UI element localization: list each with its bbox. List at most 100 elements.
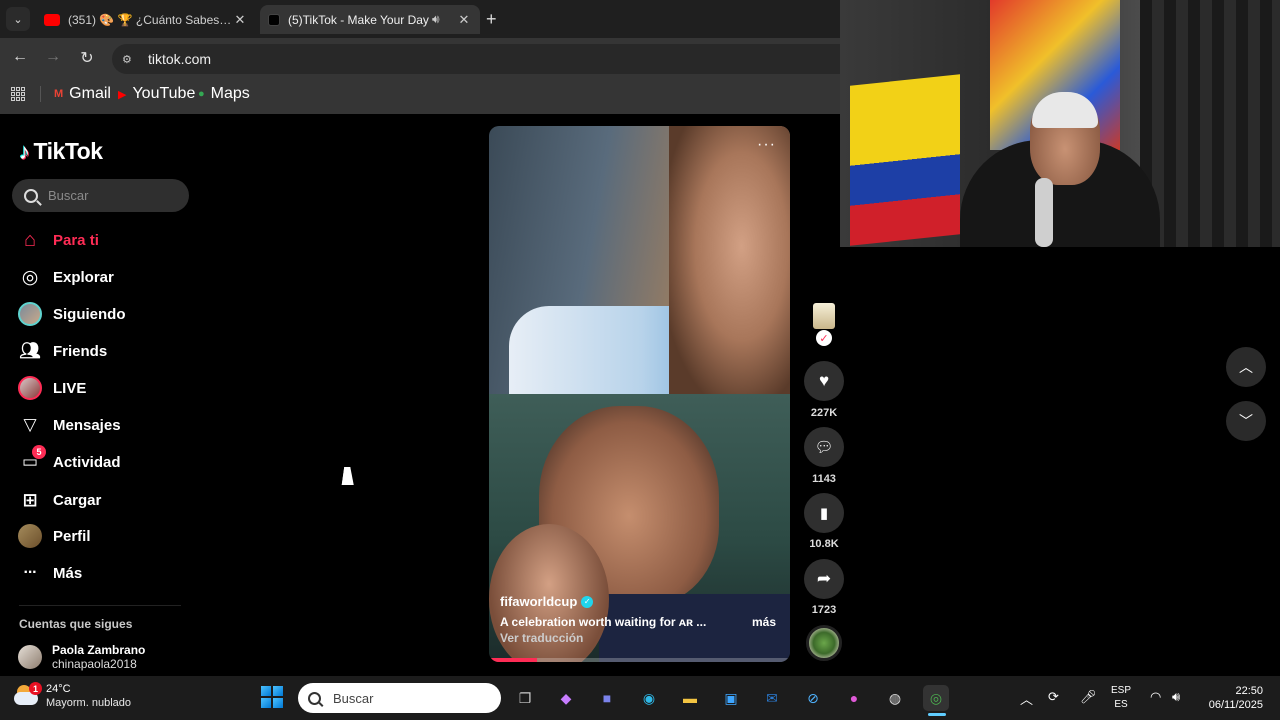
bookmark-label: Gmail bbox=[69, 85, 111, 102]
account-name: Paola Zambrano bbox=[52, 643, 146, 657]
upload-icon: ⊞ bbox=[22, 489, 38, 510]
bookmarks-divider bbox=[40, 86, 41, 102]
bookmark-label: Maps bbox=[210, 85, 250, 102]
video-more-link[interactable]: más bbox=[752, 615, 776, 629]
chrome-icon[interactable]: ◎ bbox=[923, 685, 949, 711]
close-tab-icon[interactable]: ✕ bbox=[232, 12, 248, 28]
video-frame-top bbox=[489, 126, 790, 394]
weather-badge: 1 bbox=[29, 682, 42, 695]
heart-icon: ♥ bbox=[818, 371, 830, 390]
taskbar-search-input[interactable]: Buscar bbox=[298, 683, 501, 713]
like-button[interactable]: ♥ bbox=[804, 361, 844, 401]
following-accounts-title: Cuentas que sigues bbox=[19, 617, 133, 631]
tab-title: (5)TikTok - Make Your Day bbox=[288, 12, 429, 27]
gmail-icon: M bbox=[54, 88, 64, 100]
bookmark-label: YouTube bbox=[132, 85, 196, 102]
nav-label: Actividad bbox=[53, 453, 121, 471]
bookmark-gmail[interactable]: M Gmail bbox=[54, 85, 111, 102]
nav-cargar[interactable]: ⊞ Cargar bbox=[18, 487, 101, 513]
wifi-icon[interactable]: ◠ bbox=[1150, 689, 1161, 705]
more-options-icon[interactable]: ··· bbox=[757, 136, 776, 154]
comment-button[interactable]: 💬︎ bbox=[804, 427, 844, 467]
safari-compass-icon[interactable]: ⊘ bbox=[800, 685, 826, 711]
verified-badge-icon: ✓ bbox=[581, 595, 594, 608]
following-account-item[interactable]: Paola Zambrano chinapaola2018 bbox=[18, 643, 145, 671]
save-button[interactable]: ▮ bbox=[804, 493, 844, 533]
creator-avatar[interactable] bbox=[813, 303, 835, 329]
more-icon: ··· bbox=[23, 564, 38, 581]
file-explorer-icon[interactable]: ▬ bbox=[677, 685, 703, 711]
outlook-icon[interactable]: ✉ bbox=[759, 685, 785, 711]
nav-label: Más bbox=[53, 564, 83, 582]
maps-icon: ● bbox=[198, 88, 205, 100]
task-view-icon[interactable]: ❐ bbox=[512, 685, 538, 711]
reload-icon[interactable]: ↻ bbox=[76, 48, 98, 68]
system-clock[interactable]: 22:50 06/11/2025 bbox=[1197, 684, 1263, 712]
address-bar[interactable]: ⚙ tiktok.com bbox=[112, 44, 840, 74]
youtube-favicon-icon bbox=[44, 13, 60, 26]
nav-label: Mensajes bbox=[53, 416, 121, 434]
speaker-icon[interactable]: 🔊︎ bbox=[432, 12, 448, 27]
next-video-button[interactable]: ﹀ bbox=[1226, 401, 1266, 441]
tiktok-logo[interactable]: ♪ TikTok bbox=[19, 138, 103, 165]
edge-icon[interactable]: ◉ bbox=[636, 685, 662, 711]
nav-mensajes[interactable]: ▽ Mensajes bbox=[18, 412, 121, 438]
weather-widget[interactable]: 1 24°C Mayorm. nublado bbox=[14, 682, 131, 710]
close-tab-icon[interactable]: ✕ bbox=[456, 12, 472, 28]
new-tab-button[interactable]: + bbox=[486, 9, 497, 30]
account-username: chinapaola2018 bbox=[52, 657, 137, 671]
nav-label: Siguiendo bbox=[53, 305, 126, 323]
clock-date: 06/11/2025 bbox=[1208, 699, 1263, 711]
chevron-up-icon[interactable]: ︿ bbox=[1020, 689, 1033, 708]
tab-tiktok[interactable]: (5)TikTok - Make Your Day 🔊︎ ✕ bbox=[260, 5, 480, 34]
volume-icon[interactable]: 🔊︎ bbox=[1172, 689, 1180, 705]
search-input[interactable]: Buscar bbox=[12, 179, 189, 212]
teams-icon[interactable]: ■ bbox=[594, 685, 620, 711]
nav-actividad[interactable]: ▭ 5 Actividad bbox=[18, 445, 121, 475]
notification-badge: 5 bbox=[32, 445, 46, 459]
copilot-icon[interactable]: ◆ bbox=[553, 685, 579, 711]
back-arrow-icon[interactable]: ← bbox=[9, 48, 31, 66]
video-player[interactable]: ··· fifaworldcup ✓ A celebration worth w… bbox=[489, 126, 790, 662]
bookmark-maps[interactable]: ● Maps bbox=[198, 85, 250, 102]
share-button[interactable]: ➦ bbox=[804, 559, 844, 599]
nav-perfil[interactable]: Perfil bbox=[18, 523, 91, 549]
tab-search-dropdown-icon[interactable]: ⌄ bbox=[6, 7, 30, 31]
site-settings-icon[interactable]: ⚙ bbox=[122, 53, 136, 66]
microsoft-store-icon[interactable]: ▣ bbox=[718, 685, 744, 711]
forward-arrow-icon[interactable]: → bbox=[42, 48, 64, 66]
video-progress-bar[interactable] bbox=[489, 658, 790, 662]
share-count: 1723 bbox=[811, 604, 837, 616]
nav-siguiendo[interactable]: Siguiendo bbox=[18, 301, 126, 327]
avatar bbox=[18, 645, 42, 669]
windows-start-icon[interactable] bbox=[261, 686, 283, 708]
microphone-icon[interactable]: 🎤︎ bbox=[1080, 689, 1097, 705]
nav-explorar[interactable]: ◎ Explorar bbox=[18, 264, 114, 290]
followed-check-icon[interactable]: ✓ bbox=[816, 330, 832, 346]
nav-friends[interactable]: 👥︎ Friends bbox=[18, 338, 107, 364]
sync-icon[interactable]: ⟳ bbox=[1048, 689, 1059, 705]
activity-icon: ▭ 5 bbox=[18, 445, 46, 474]
tab-youtube[interactable]: (351) 🎨 🏆 ¿Cuánto Sabes de ✕ bbox=[36, 5, 256, 34]
paint-drop-icon[interactable]: ● bbox=[841, 685, 867, 711]
music-disc[interactable] bbox=[806, 625, 842, 661]
keyboard-layout: ES bbox=[1114, 699, 1128, 710]
video-author[interactable]: fifaworldcup ✓ bbox=[500, 594, 594, 609]
nav-mas[interactable]: ··· Más bbox=[18, 560, 83, 586]
previous-video-button[interactable]: ︿ bbox=[1226, 347, 1266, 387]
weather-temperature: 24°C bbox=[46, 683, 71, 695]
youtube-icon: ▶ bbox=[118, 88, 127, 101]
nav-live[interactable]: LIVE bbox=[18, 375, 86, 401]
obs-icon[interactable]: ◍ bbox=[882, 685, 908, 711]
comment-count: 1143 bbox=[812, 473, 836, 485]
nav-para-ti[interactable]: ⌂ Para ti bbox=[18, 227, 99, 253]
language-indicator[interactable]: ESP ES bbox=[1111, 684, 1131, 712]
bookmark-youtube[interactable]: ▶ YouTube bbox=[118, 85, 196, 102]
translate-link[interactable]: Ver traducción bbox=[500, 631, 583, 645]
video-description: A celebration worth waiting for ᴀʀ ... bbox=[500, 615, 707, 629]
send-icon: ▽ bbox=[23, 415, 37, 434]
webcam-overlay bbox=[840, 0, 1280, 247]
language-code: ESP bbox=[1111, 685, 1132, 696]
tiktok-note-icon: ♪ bbox=[19, 138, 30, 164]
apps-grid-icon[interactable] bbox=[11, 87, 25, 101]
